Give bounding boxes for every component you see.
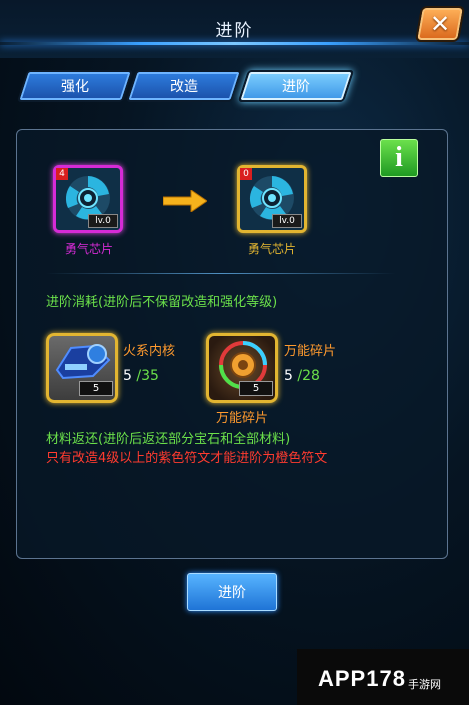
watermark-subtitle: 手游网 (408, 678, 441, 691)
material-need: /35 (136, 368, 159, 384)
tab-label: 强化 (61, 79, 89, 95)
info-button[interactable]: i (380, 139, 418, 177)
target-rune-name: 勇气芯片 (247, 242, 296, 256)
fire-core-icon (55, 344, 111, 380)
material-have: 5 (123, 368, 132, 384)
level-tag: lv.0 (272, 214, 302, 228)
level-tag: lv.0 (88, 214, 118, 228)
warning-text: 只有改造4级以上的紫色符文才能进阶为橙色符文 (46, 451, 328, 466)
material-have: 5 (284, 368, 293, 384)
quantity-tag: 5 (79, 381, 113, 396)
tab-label: 进阶 (282, 79, 310, 95)
advance-button[interactable]: 进阶 (187, 573, 277, 611)
return-note: 材料返还(进阶后返还部分宝石和全部材料) (46, 432, 291, 447)
tab-advance[interactable]: 进阶 (237, 70, 355, 102)
close-button[interactable]: ✕ (414, 6, 466, 42)
material-name: 火系内核 (123, 344, 176, 359)
watermark-logo: APP178 (318, 666, 406, 691)
arrow-right-icon (163, 190, 207, 212)
material-need: /28 (297, 368, 320, 384)
source-rune-name: 勇气芯片 (64, 242, 113, 256)
material-caption: 万能碎片 (216, 411, 269, 426)
header-glow-line (0, 42, 469, 45)
material-name: 万能碎片 (284, 344, 337, 359)
material-slot-universal-shard[interactable]: 5 (206, 333, 278, 403)
tab-label: 改造 (170, 79, 198, 95)
quantity-tag: 5 (239, 381, 273, 396)
material-count: 5 /28 (284, 368, 320, 384)
page-title: 进阶 (215, 21, 254, 41)
material-slot-fire-core[interactable]: 5 (46, 333, 118, 403)
tab-enhance[interactable]: 强化 (16, 70, 134, 102)
source-rune-slot[interactable]: 4 lv.0 (53, 165, 123, 233)
tab-modify[interactable]: 改造 (125, 70, 243, 102)
section-divider (46, 273, 396, 274)
cost-heading: 进阶消耗(进阶后不保留改造和强化等级) (46, 295, 278, 310)
target-rune-slot[interactable]: 0 lv.0 (237, 165, 307, 233)
material-count: 5 /35 (123, 368, 159, 384)
close-icon: ✕ (429, 10, 451, 38)
